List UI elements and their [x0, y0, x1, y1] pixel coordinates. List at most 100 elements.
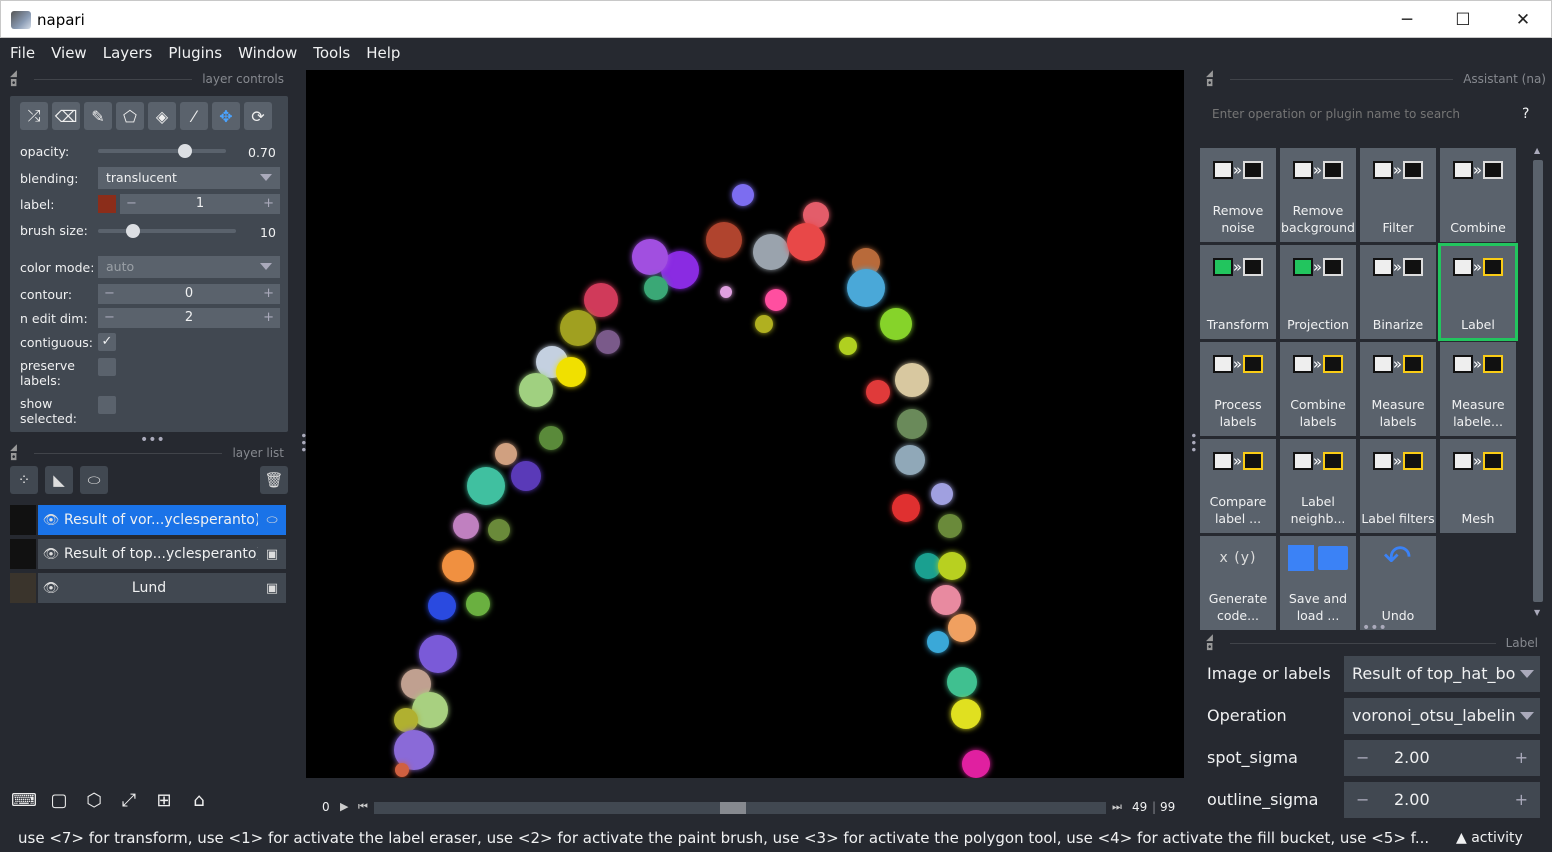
label-blob — [892, 494, 920, 522]
tile-combine[interactable]: » Combine — [1440, 148, 1516, 242]
layer-row[interactable]: 👁 Result of top...yclesperanto) ▣ — [10, 539, 286, 569]
label-blob — [442, 550, 474, 582]
opacity-slider[interactable] — [98, 144, 226, 158]
dock-float-icon[interactable]: ◢ ◘ — [1206, 633, 1220, 653]
new-shapes-layer-icon[interactable]: ◣ — [45, 466, 73, 494]
label-blob — [948, 614, 976, 642]
tile-remove-noise[interactable]: » Remove noise — [1200, 148, 1276, 242]
tile-mesh[interactable]: » Mesh — [1440, 439, 1516, 533]
tile-projection[interactable]: » Projection — [1280, 245, 1356, 339]
roll-dims-icon[interactable]: ⬡ — [80, 786, 108, 814]
layer-thumbnail — [10, 539, 38, 569]
dock-float-icon[interactable]: ◢ ◘ — [1206, 69, 1220, 89]
menu-tools[interactable]: Tools — [305, 44, 358, 62]
tile-label-filters[interactable]: » Label filters — [1360, 439, 1436, 533]
layer-thumbnail — [10, 573, 38, 603]
menu-file[interactable]: File — [2, 44, 43, 62]
blending-select[interactable]: translucent — [98, 167, 280, 189]
menu-plugins[interactable]: Plugins — [160, 44, 230, 62]
new-points-layer-icon[interactable]: ⁘ — [10, 466, 38, 494]
visibility-eye-icon[interactable]: 👁 — [38, 547, 64, 562]
label-blob — [927, 631, 949, 653]
tile-label[interactable]: » Label — [1438, 243, 1518, 341]
image-type-icon: ▣ — [265, 546, 279, 562]
color-picker-icon[interactable]: ⁄ — [180, 102, 208, 130]
menu-view[interactable]: View — [43, 44, 95, 62]
pan-zoom-icon[interactable]: ✥ — [212, 102, 240, 130]
meas-icon: » — [1360, 342, 1436, 386]
home-icon[interactable]: ⌂ — [185, 786, 213, 814]
visibility-eye-icon[interactable]: 👁 — [38, 513, 64, 528]
brush-size-slider[interactable] — [98, 224, 236, 238]
paint-brush-icon[interactable]: ✎ — [84, 102, 112, 130]
color-mode-select[interactable]: auto — [98, 256, 280, 278]
transform-icon[interactable]: ⟳ — [244, 102, 272, 130]
grid-view-icon[interactable]: ⊞ — [150, 786, 178, 814]
label-spinbox[interactable]: −1 + — [120, 194, 280, 214]
tile-transform[interactable]: » Transform — [1200, 245, 1276, 339]
contour-spinbox[interactable]: −0 + — [98, 284, 280, 304]
label-blob — [866, 380, 890, 404]
tile-compare-label[interactable]: » Compare label ... — [1200, 439, 1276, 533]
dims-slider[interactable] — [374, 802, 1106, 814]
menu-layers[interactable]: Layers — [95, 44, 161, 62]
minimize-button[interactable]: ─ — [1387, 7, 1427, 33]
label-color-swatch[interactable] — [98, 195, 116, 213]
visibility-eye-icon[interactable]: 👁 — [38, 581, 64, 596]
contiguous-checkbox[interactable]: ✓ — [98, 333, 116, 351]
filt-icon: » — [1360, 439, 1436, 483]
maximize-button[interactable]: ☐ — [1443, 7, 1483, 33]
operation-select[interactable]: voronoi_otsu_labelin — [1344, 698, 1540, 734]
close-button[interactable]: ✕ — [1503, 7, 1543, 33]
tile-process-labels[interactable]: » Process labels — [1200, 342, 1276, 436]
tile-label: Combine — [1450, 220, 1506, 235]
outline-sigma-spinbox[interactable]: −2.00 + — [1344, 782, 1540, 818]
tile-generate-code[interactable]: x (y) Generate code... — [1200, 536, 1276, 630]
activity-toggle[interactable]: ▲ activity — [1456, 824, 1523, 852]
layer-row[interactable]: 👁 Lund ▣ — [10, 573, 286, 603]
label-blob — [419, 635, 457, 673]
assistant-scrollbar[interactable]: ▲ ▼ — [1532, 146, 1544, 622]
n-edit-dim-spinbox[interactable]: −2 + — [98, 308, 280, 328]
dock-float-icon[interactable]: ◢ ◘ — [10, 69, 24, 89]
tile-measure-labels[interactable]: » Measure labels — [1360, 342, 1436, 436]
preserve-labels-checkbox[interactable] — [98, 358, 116, 376]
tile-label: Mesh — [1461, 511, 1495, 526]
menu-window[interactable]: Window — [230, 44, 305, 62]
label-blob — [556, 357, 586, 387]
right-dock-resize-handle-icon[interactable]: ••• — [1186, 432, 1200, 453]
show-selected-checkbox[interactable] — [98, 396, 116, 414]
transpose-icon[interactable]: ⤢ — [115, 786, 143, 814]
tile-filter[interactable]: » Filter — [1360, 148, 1436, 242]
layer-row[interactable]: 👁 Result of vor...yclesperanto) ⬭ — [10, 505, 286, 535]
preserve-labels-label: preserve labels: — [20, 358, 75, 388]
assistant-help-button[interactable]: ? — [1522, 106, 1529, 122]
menu-help[interactable]: Help — [358, 44, 408, 62]
eraser-icon[interactable]: ⌫ — [52, 102, 80, 130]
dock-float-icon[interactable]: ◢ ◘ — [10, 443, 24, 463]
step-forward-icon[interactable]: ⏭ — [1112, 800, 1122, 814]
delete-layer-icon[interactable]: 🗑 — [260, 466, 288, 494]
tile-undo[interactable]: ↶ Undo — [1360, 536, 1436, 630]
ndisplay-square-icon[interactable]: ▢ — [45, 786, 73, 814]
combine-icon: » — [1440, 148, 1516, 192]
console-icon[interactable]: ⌨ — [10, 786, 38, 814]
image-or-labels-select[interactable]: Result of top_hat_bo — [1344, 656, 1540, 692]
assistant-search-input[interactable] — [1206, 102, 1510, 126]
shuffle-colors-icon[interactable]: ⤮ — [20, 102, 48, 130]
viewer-canvas[interactable] — [306, 70, 1184, 778]
new-labels-layer-icon[interactable]: ⬭ — [80, 466, 108, 494]
tile-label-neighb[interactable]: » Label neighb... — [1280, 439, 1356, 533]
tile-remove-background[interactable]: » Remove background — [1280, 148, 1356, 242]
tile-combine-labels[interactable]: » Combine labels — [1280, 342, 1356, 436]
polygon-icon[interactable]: ⬠ — [116, 102, 144, 130]
tile-binarize[interactable]: » Binarize — [1360, 245, 1436, 339]
fill-bucket-icon[interactable]: ◈ — [148, 102, 176, 130]
dims-current-value[interactable]: 49 — [1132, 800, 1147, 814]
spot-sigma-spinbox[interactable]: −2.00 + — [1344, 740, 1540, 776]
layer-controls-title: layer controls — [202, 72, 284, 86]
tile-save-and-load[interactable]: Save and load ... — [1280, 536, 1356, 630]
tile-measure-labele[interactable]: » Measure labele... — [1440, 342, 1516, 436]
step-back-icon[interactable]: ⏮ — [358, 800, 368, 814]
play-icon[interactable]: ▶ — [340, 800, 348, 813]
